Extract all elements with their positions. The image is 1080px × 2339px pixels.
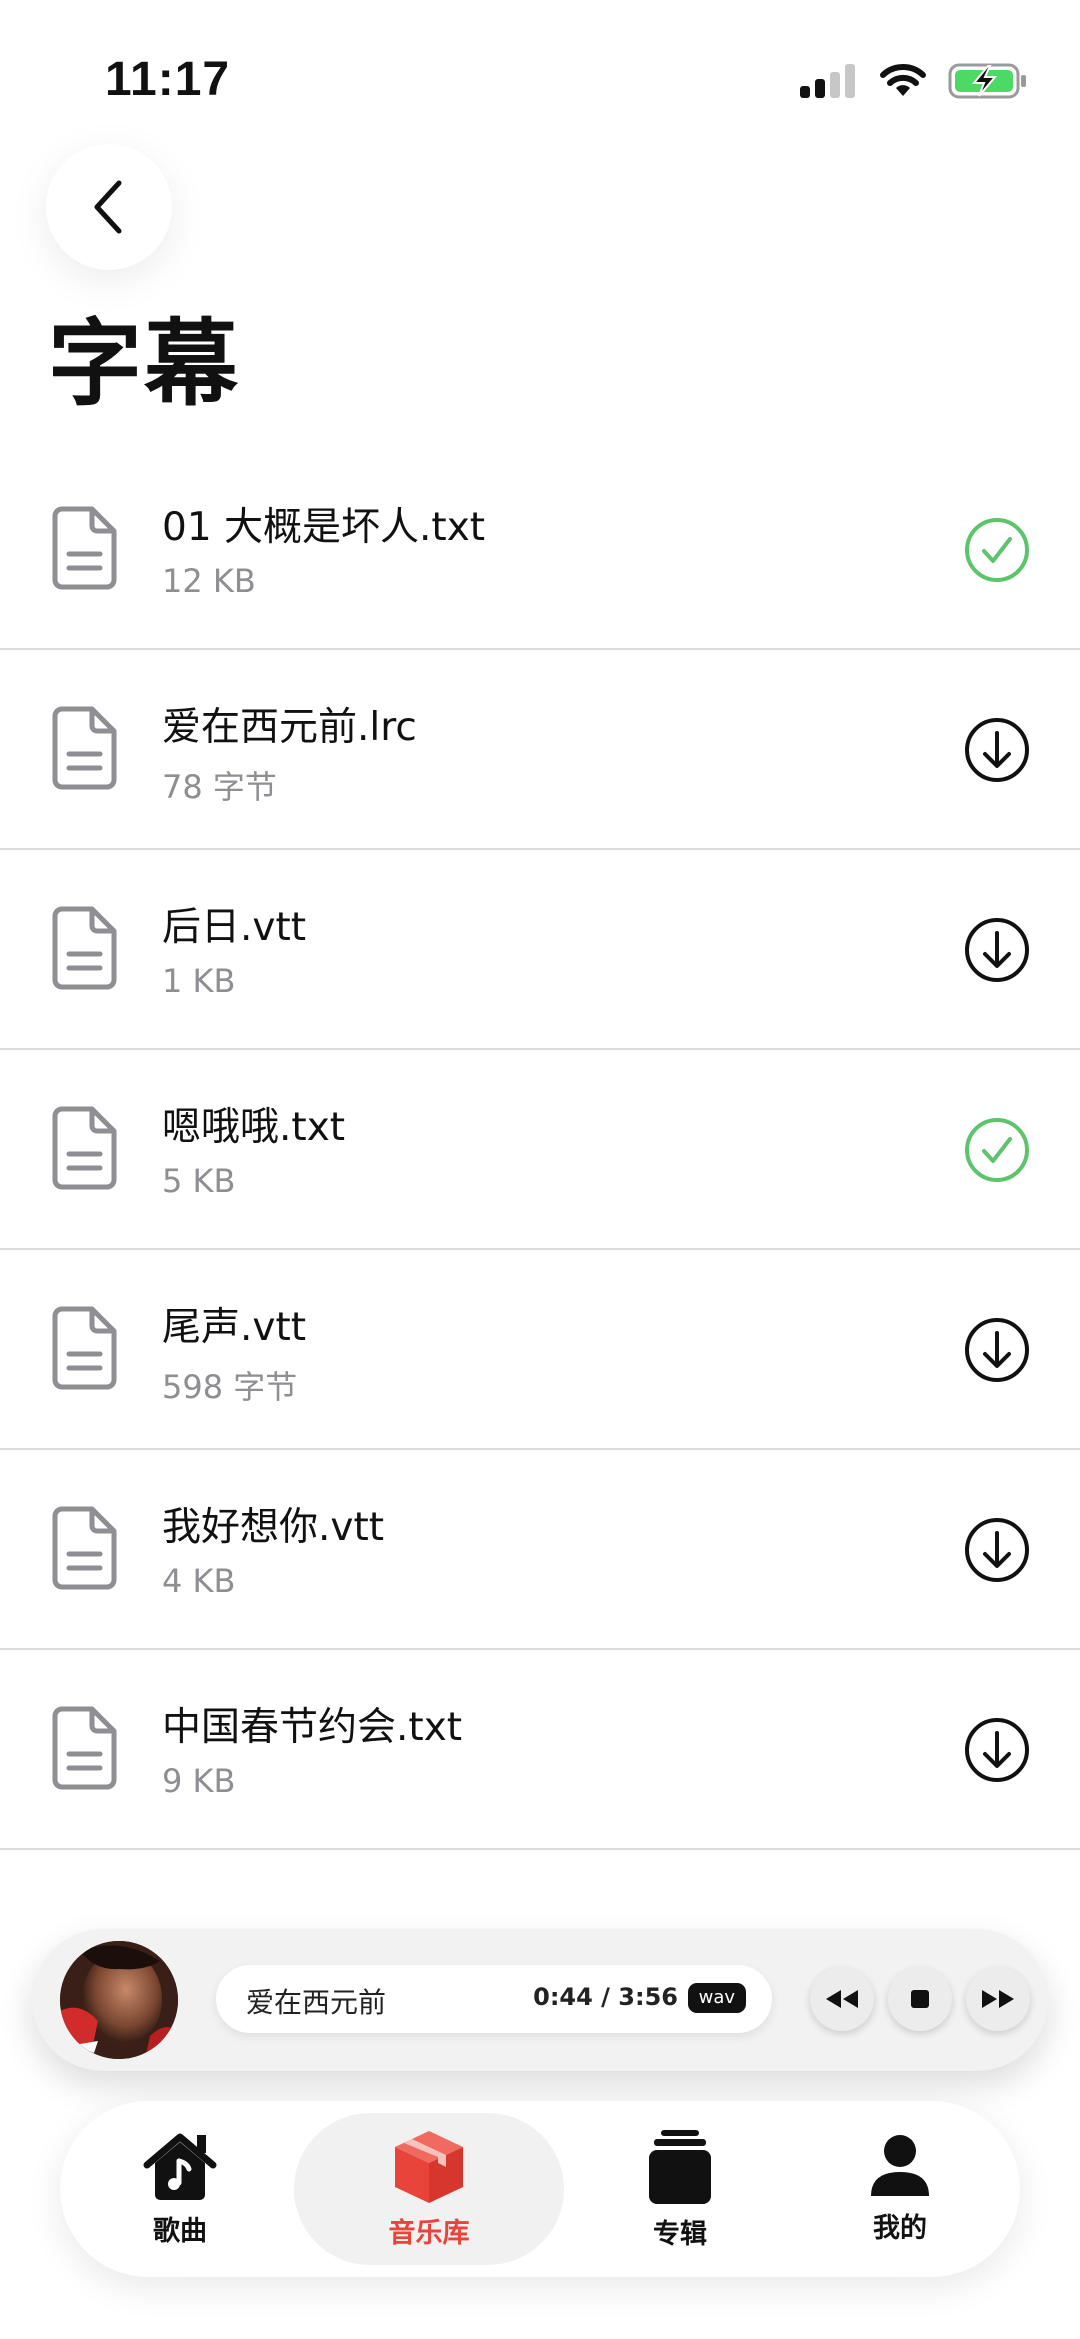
- file-name: 爱在西元前.lrc: [162, 705, 417, 750]
- file-row[interactable]: 后日.vtt 1 KB: [0, 850, 1080, 1050]
- file-name: 01 大概是坏人.txt: [162, 505, 486, 550]
- file-row[interactable]: 爱在西元前.lrc 78 字节: [0, 650, 1080, 850]
- document-icon: [52, 506, 117, 590]
- file-row[interactable]: 我好想你.vtt 4 KB: [0, 1450, 1080, 1650]
- album-art[interactable]: [60, 1941, 178, 2059]
- download-circle-icon[interactable]: [964, 717, 1030, 783]
- status-bar: 11:17: [0, 0, 1080, 150]
- file-size: 12 KB: [162, 562, 256, 600]
- mini-player[interactable]: 爱在西元前 0:44 / 3:56 wav: [32, 1929, 1048, 2071]
- battery-charging-icon: [948, 63, 1026, 99]
- document-icon: [52, 1506, 117, 1590]
- stop-icon: [911, 1990, 929, 2008]
- check-circle-icon: [965, 518, 1029, 582]
- wifi-icon: [880, 64, 926, 96]
- tab-label: 专辑: [653, 2218, 707, 2250]
- file-size: 9 KB: [162, 1762, 236, 1800]
- chevron-left-icon: [94, 180, 122, 234]
- file-list: 01 大概是坏人.txt 12 KB 爱在西元前.lrc 78 字节 后日.vt…: [0, 450, 1080, 1850]
- file-size: 1 KB: [162, 962, 236, 1000]
- back-button[interactable]: [46, 144, 172, 270]
- album-stack-icon: [649, 2129, 711, 2204]
- file-name: 嗯哦哦.txt: [162, 1105, 346, 1150]
- tab-songs[interactable]: 歌曲: [80, 2113, 280, 2265]
- track-info[interactable]: 爱在西元前 0:44 / 3:56 wav: [216, 1965, 772, 2033]
- fast-forward-icon: [982, 1990, 1014, 2008]
- tab-library[interactable]: 音乐库: [294, 2113, 564, 2265]
- document-icon: [52, 906, 117, 990]
- rewind-button[interactable]: [810, 1967, 874, 2031]
- document-icon: [52, 1706, 117, 1790]
- track-title: 爱在西元前: [246, 1986, 387, 2019]
- rewind-icon: [826, 1990, 858, 2008]
- file-row[interactable]: 01 大概是坏人.txt 12 KB: [0, 450, 1080, 650]
- file-size: 4 KB: [162, 1562, 236, 1600]
- page-title: 字幕: [48, 310, 241, 419]
- check-circle-icon: [965, 1118, 1029, 1182]
- file-name: 后日.vtt: [162, 905, 307, 950]
- tab-label: 歌曲: [153, 2215, 207, 2247]
- stop-button[interactable]: [888, 1967, 952, 2031]
- file-name: 中国春节约会.txt: [162, 1705, 463, 1750]
- document-icon: [52, 706, 117, 790]
- download-circle-icon[interactable]: [964, 1717, 1030, 1783]
- file-size: 598 字节: [162, 1368, 298, 1406]
- file-row[interactable]: 中国春节约会.txt 9 KB: [0, 1650, 1080, 1850]
- status-time: 11:17: [105, 53, 231, 106]
- tab-bar: 歌曲 音乐库 专辑 我的: [60, 2101, 1020, 2277]
- person-icon: [871, 2134, 929, 2196]
- download-circle-icon[interactable]: [964, 1517, 1030, 1583]
- box-icon: [395, 2130, 463, 2203]
- home-music-icon: [143, 2133, 217, 2200]
- status-icons: [800, 62, 1028, 100]
- fast-forward-button[interactable]: [966, 1967, 1030, 2031]
- file-size: 78 字节: [162, 768, 277, 806]
- tab-label: 我的: [873, 2212, 927, 2244]
- cellular-signal-icon: [800, 64, 855, 98]
- download-circle-icon[interactable]: [964, 917, 1030, 983]
- tab-albums[interactable]: 专辑: [580, 2113, 780, 2265]
- file-name: 尾声.vtt: [162, 1305, 307, 1350]
- file-size: 5 KB: [162, 1162, 236, 1200]
- document-icon: [52, 1106, 117, 1190]
- file-row[interactable]: 嗯哦哦.txt 5 KB: [0, 1050, 1080, 1250]
- file-row[interactable]: 尾声.vtt 598 字节: [0, 1250, 1080, 1450]
- file-name: 我好想你.vtt: [162, 1505, 385, 1550]
- format-badge: wav: [687, 1983, 746, 2013]
- document-icon: [52, 1306, 117, 1390]
- tab-me[interactable]: 我的: [800, 2113, 1000, 2265]
- tab-label: 音乐库: [388, 2217, 470, 2249]
- download-circle-icon[interactable]: [964, 1317, 1030, 1383]
- track-time: 0:44 / 3:56: [533, 1983, 678, 2011]
